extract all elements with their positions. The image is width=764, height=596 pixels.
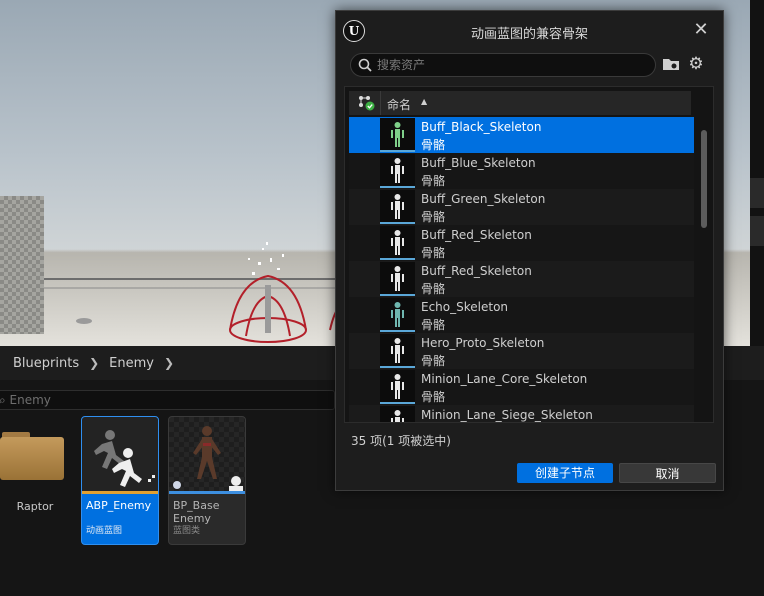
editor-window: Blueprints ❯ Enemy ❯ ⌕ Enemy Raptor ABP_… [0,0,764,596]
header-divider [380,91,381,115]
skeleton-thumbnail [380,406,415,422]
skeleton-row[interactable]: Buff_Red_Skeleton 骨骼 [349,225,694,261]
dialog-title: 动画蓝图的兼容骨架 [470,27,588,42]
animation-blueprint-thumbnail [82,417,158,493]
skeleton-figure-icon [391,374,404,399]
skeleton-name: Hero_Proto_Skeleton [421,336,545,350]
skeleton-thumbnail [380,118,415,152]
skeleton-figure-icon [391,230,404,255]
skeleton-figure-icon [391,158,404,183]
asset-type-label: 动画蓝图 [86,526,123,536]
folder-icon[interactable] [662,56,680,72]
skeleton-type: 骨骼 [421,210,446,224]
skeleton-thumbnail [380,190,415,224]
asset-name: ABP_Enemy [86,499,152,512]
skeleton-type: 骨骼 [421,138,446,152]
sort-ascending-icon[interactable]: ▲ [421,97,427,106]
skeleton-name: Echo_Skeleton [421,300,509,314]
skeleton-name: Buff_Blue_Skeleton [421,156,536,170]
asset-search-box[interactable] [350,53,656,77]
panel-tab[interactable] [750,216,764,246]
skeleton-row[interactable]: Buff_Red_Skeleton 骨骼 [349,261,694,297]
skeleton-name: Minion_Lane_Core_Skeleton [421,372,588,386]
content-search-text: Enemy [9,393,51,407]
content-search-input[interactable]: ⌕ Enemy [0,390,335,410]
skeleton-name: Buff_Black_Skeleton [421,120,542,134]
list-header: 命名 ▲ [349,91,691,115]
details-panel-edge [750,0,764,346]
skeleton-thumbnail [380,370,415,404]
skeleton-row[interactable]: Buff_Black_Skeleton 骨骼 [349,117,694,153]
panel-tab[interactable] [750,178,764,208]
create-child-button[interactable]: 创建子节点 [517,463,613,483]
skeleton-name: Buff_Green_Skeleton [421,192,546,206]
skeleton-row[interactable]: Buff_Green_Skeleton 骨骼 [349,189,694,225]
skeleton-row[interactable]: Echo_Skeleton 骨骼 [349,297,694,333]
skeleton-thumbnail [380,262,415,296]
selection-status: 35 项(1 项被选中) [351,434,451,448]
compatible-skeleton-dialog: U 动画蓝图的兼容骨架 ✕ ⚙ [335,10,724,491]
skeleton-row[interactable]: Minion_Lane_Core_Skeleton 骨骼 [349,369,694,405]
asset-name: BP_Base Enemy [173,499,219,525]
skeleton-figure-icon [391,302,404,327]
skeleton-row[interactable]: Buff_Blue_Skeleton 骨骼 [349,153,694,189]
close-icon[interactable]: ✕ [692,21,710,39]
breadcrumb-item-enemy[interactable]: Enemy [109,356,154,371]
skeleton-thumbnail [380,298,415,332]
skeleton-type: 骨骼 [421,390,446,404]
skeleton-name: Minion_Lane_Siege_Skeleton [421,408,593,422]
skeleton-figure-icon [391,122,404,147]
skeleton-row[interactable]: Minion_Lane_Siege_Skeleton骨骼 [349,405,694,422]
skeleton-type: 骨骼 [421,318,446,332]
skeleton-figure-icon [391,194,404,219]
asset-tile-bp-base-enemy[interactable]: BP_Base Enemy 蓝图类 [168,416,246,545]
folder-icon[interactable] [0,432,64,480]
asset-type-bar [169,491,245,494]
scrollbar-thumb[interactable] [701,130,707,228]
dialog-title-bar[interactable]: U 动画蓝图的兼容骨架 ✕ [336,11,723,51]
chevron-right-icon: ❯ [89,356,100,370]
list-scrollbar[interactable] [699,117,709,422]
skeleton-type: 骨骼 [421,246,446,260]
asset-search-input[interactable] [377,56,647,74]
asset-type-label: 蓝图类 [173,526,201,536]
asset-tile-abp-enemy[interactable]: ABP_Enemy 动画蓝图 [81,416,159,545]
search-icon [358,58,372,72]
skeleton-name: Buff_Red_Skeleton [421,228,532,242]
skeleton-list: 命名 ▲ Buff_Black_Skeleton 骨骼 Buff_Blue_Skel… [344,86,714,423]
skeleton-filter-icon[interactable] [357,95,375,111]
skeleton-type: 骨骼 [421,174,446,188]
skeleton-row[interactable]: Hero_Proto_Skeleton 骨骼 [349,333,694,369]
running-figures-icon [94,430,155,487]
skeleton-type: 骨骼 [421,354,446,368]
character-blueprint-thumbnail [169,417,245,493]
character-figure-icon [173,426,243,491]
skeleton-figure-icon [391,266,404,291]
cancel-button[interactable]: 取消 [619,463,716,483]
search-icon: ⌕ [0,393,10,407]
skeleton-thumbnail [380,154,415,188]
skeleton-type: 骨骼 [421,282,446,296]
skeleton-name: Buff_Red_Skeleton [421,264,532,278]
column-header-name[interactable]: 命名 [387,96,411,113]
breadcrumb-item-blueprints[interactable]: Blueprints [13,356,79,371]
gear-icon[interactable]: ⚙ [686,54,706,74]
asset-name-line: BP_Base [173,499,220,512]
asset-type-bar [82,491,158,494]
skeleton-figure-icon [391,410,404,422]
skeleton-thumbnail [380,226,415,260]
folder-label: Raptor [16,500,54,513]
skeleton-thumbnail [380,334,415,368]
chevron-right-icon[interactable]: ❯ [164,356,174,370]
skeleton-rows: Buff_Black_Skeleton 骨骼 Buff_Blue_Skeleton 骨… [349,117,694,422]
skeleton-figure-icon [391,338,404,363]
